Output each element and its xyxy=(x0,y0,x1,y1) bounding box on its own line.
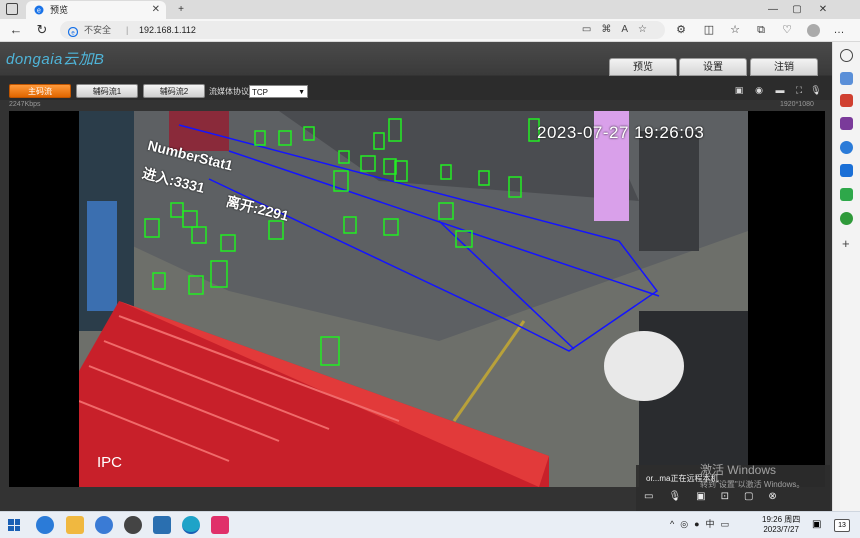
edge-taskbar-icon[interactable] xyxy=(182,516,200,534)
protocol-label: 流媒体协议 xyxy=(209,87,249,96)
pinned-app-icon[interactable] xyxy=(211,516,229,534)
send-icon[interactable] xyxy=(840,188,853,201)
windows-taskbar: ^◎●中▭ 19:26 周四 2023/7/27 ▣ 13 xyxy=(0,511,860,538)
collections-icon[interactable]: ⧉ xyxy=(752,21,770,39)
browser-essentials-icon[interactable]: ♡ xyxy=(778,21,796,39)
video-timestamp: 2023-07-27 19:26:03 xyxy=(537,123,705,142)
tab-close-icon[interactable]: ✕ xyxy=(152,1,160,19)
show-desktop-icon[interactable]: ▣ xyxy=(812,519,821,530)
browser-tab[interactable]: e 预览 ✕ xyxy=(26,1,166,19)
add-sidebar-app-icon[interactable]: + xyxy=(842,236,850,251)
tree-icon[interactable] xyxy=(840,212,853,225)
back-icon[interactable]: ← xyxy=(6,21,26,39)
lock-warning-icon: e xyxy=(67,25,79,43)
tab-actions-icon[interactable] xyxy=(6,3,18,15)
start-icon[interactable] xyxy=(8,519,20,531)
tab-logout[interactable]: 注销 xyxy=(750,58,818,76)
search-taskbar-icon[interactable] xyxy=(36,516,54,534)
address-actions[interactable]: ▭⌘A☆ xyxy=(582,21,657,39)
record-icon[interactable]: ◉ xyxy=(752,84,766,97)
main-stream-button[interactable]: 主码流 xyxy=(9,84,71,98)
activate-windows-title: 激活 Windows xyxy=(700,463,777,477)
activate-windows-hint: 转到"设置"以激活 Windows。 xyxy=(700,480,805,489)
minimize-button[interactable]: — xyxy=(762,1,784,19)
camera-label: IPC xyxy=(97,454,123,471)
app-taskbar-icon[interactable] xyxy=(95,516,113,534)
system-tray[interactable]: ^◎●中▭ xyxy=(670,517,735,530)
clock-time: 19:26 周四 xyxy=(762,515,801,524)
new-tab-button[interactable]: + xyxy=(170,1,192,19)
browser-sidebar: + xyxy=(832,42,860,511)
resolution-readout: 1920*1080 xyxy=(780,101,814,108)
brand-logo: dongaia云加B xyxy=(6,51,105,68)
refresh-icon[interactable]: ↻ xyxy=(32,21,52,39)
url-text: 192.168.1.112 xyxy=(139,25,196,35)
copilot-icon[interactable] xyxy=(840,141,853,154)
protocol-value: TCP xyxy=(252,88,268,97)
games-icon[interactable] xyxy=(840,117,853,130)
profile-avatar[interactable] xyxy=(807,24,820,37)
tab-settings[interactable]: 设置 xyxy=(679,58,747,76)
maximize-button[interactable]: ▢ xyxy=(786,1,808,19)
search-icon[interactable] xyxy=(840,49,853,62)
clock[interactable]: 19:26 周四 2023/7/27 xyxy=(762,515,800,535)
split-screen-icon[interactable]: ◫ xyxy=(700,21,718,39)
fullscreen-icon[interactable]: ⛶ xyxy=(792,84,806,97)
close-window-button[interactable]: ✕ xyxy=(812,1,834,19)
extensions-icon[interactable]: ⚙ xyxy=(672,21,690,39)
remote-desktop-icon[interactable] xyxy=(153,516,171,534)
outlook-icon[interactable] xyxy=(840,164,853,177)
address-bar[interactable]: e 不安全 | 192.168.1.112 ▭⌘A☆ xyxy=(60,21,665,39)
snapshot-icon[interactable]: ▣ xyxy=(732,84,746,97)
live-video[interactable] xyxy=(79,111,748,487)
remote-session-actions[interactable]: ▭🎙▣⊡▢⊗ xyxy=(644,491,792,502)
tab-title: 预览 xyxy=(50,5,69,15)
microphone-icon[interactable]: 🎙 xyxy=(809,84,823,97)
shopping-icon[interactable] xyxy=(840,94,853,107)
audio-icon[interactable]: ▬ xyxy=(773,84,787,97)
favorites-icon[interactable]: ☆ xyxy=(726,21,744,39)
sidebar-app-icon[interactable] xyxy=(840,72,853,85)
chevron-down-icon: ▼ xyxy=(298,89,305,96)
browser-tab-strip: e 预览 ✕ + — ▢ ✕ xyxy=(0,0,860,19)
page-favicon-icon: e xyxy=(34,5,44,15)
tab-preview[interactable]: 预览 xyxy=(609,58,677,76)
settings-taskbar-icon[interactable] xyxy=(124,516,142,534)
sub-stream1-button[interactable]: 辅码流1 xyxy=(76,84,138,98)
browser-toolbar: ← ↻ e 不安全 | 192.168.1.112 ▭⌘A☆ ⚙ ◫ ☆ ⧉ ♡… xyxy=(0,19,860,42)
clock-date: 2023/7/27 xyxy=(763,525,799,534)
security-label: 不安全 xyxy=(84,25,112,35)
input-language: 中 xyxy=(705,519,721,529)
bitrate-readout: 2247Kbps xyxy=(9,101,41,108)
protocol-select[interactable]: TCP ▼ xyxy=(249,85,308,98)
file-explorer-icon[interactable] xyxy=(66,516,84,534)
more-menu-icon[interactable]: … xyxy=(830,21,848,39)
sub-stream2-button[interactable]: 辅码流2 xyxy=(143,84,205,98)
svg-text:e: e xyxy=(37,8,41,15)
notification-badge[interactable]: 13 xyxy=(834,519,850,532)
